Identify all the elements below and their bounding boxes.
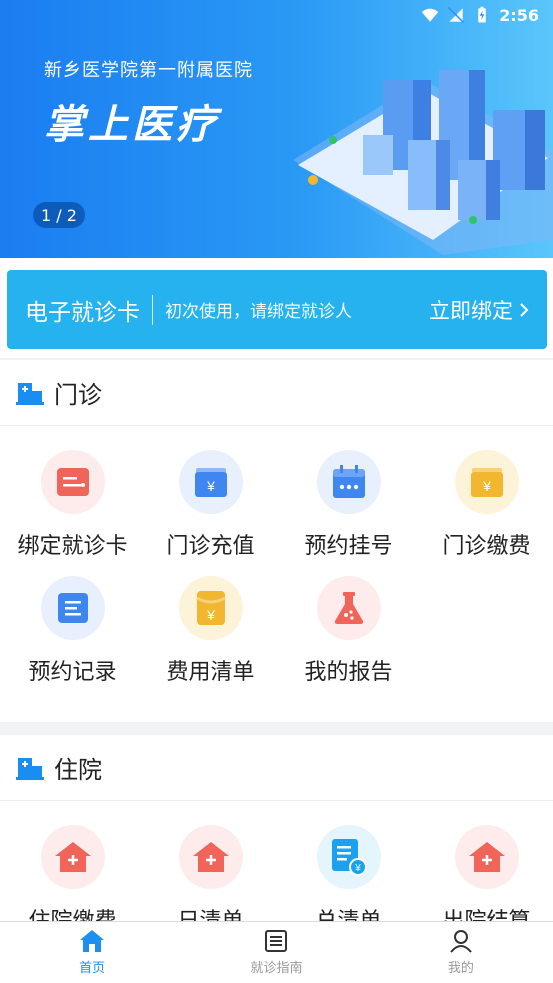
menu-inpatient-payment[interactable]: 住院缴费 bbox=[7, 825, 138, 921]
svg-text:¥: ¥ bbox=[482, 478, 491, 494]
inpatient-section: 住院 住院缴费 日清单 ¥ 总清单 出院结算 bbox=[0, 735, 553, 921]
menu-icon-bg bbox=[316, 450, 381, 514]
menu-icon-bg bbox=[40, 450, 105, 514]
menu-appointment-records[interactable]: 预约记录 bbox=[7, 576, 138, 702]
battery-charging-icon bbox=[478, 6, 486, 23]
hospital-house-icon bbox=[468, 842, 505, 872]
menu-label: 住院缴费 bbox=[28, 903, 116, 921]
tab-mine[interactable]: 我的 bbox=[369, 922, 553, 983]
hospital-house-icon bbox=[192, 842, 229, 872]
user-icon bbox=[450, 930, 472, 953]
outpatient-section: 门诊 绑定就诊卡 ¥ 门诊充值 预约挂号 ¥ 门诊缴费 预约记录 ¥ 费用清单 … bbox=[0, 360, 553, 722]
menu-daily-list[interactable]: 日清单 bbox=[145, 825, 276, 921]
bind-now-label: 立即绑定 bbox=[429, 298, 513, 323]
hospital-building-icon bbox=[16, 382, 44, 405]
inpatient-title: 住院 bbox=[54, 756, 102, 784]
wifi-icon bbox=[421, 8, 439, 22]
guide-book-icon bbox=[265, 930, 288, 952]
menu-label: 总清单 bbox=[315, 903, 381, 921]
menu-label: 费用清单 bbox=[166, 660, 255, 685]
svg-text:¥: ¥ bbox=[206, 607, 215, 623]
tab-mine-label: 我的 bbox=[447, 961, 474, 976]
menu-label: 门诊缴费 bbox=[442, 534, 531, 559]
menu-icon-bg bbox=[40, 825, 105, 889]
inpatient-grid: 住院缴费 日清单 ¥ 总清单 出院结算 bbox=[0, 801, 553, 921]
envelope-yuan-icon: ¥ bbox=[195, 591, 226, 625]
tab-guide[interactable]: 就诊指南 bbox=[184, 922, 368, 983]
wallet-yuan-icon: ¥ bbox=[470, 468, 503, 497]
no-signal-icon bbox=[448, 6, 465, 24]
menu-outpatient-recharge[interactable]: ¥ 门诊充值 bbox=[145, 450, 276, 576]
home-icon bbox=[80, 930, 105, 952]
menu-icon-bg: ¥ bbox=[178, 576, 243, 640]
bind-card-banner[interactable]: 电子就诊卡 初次使用，请绑定就诊人 立即绑定 bbox=[7, 270, 547, 349]
menu-outpatient-payment[interactable]: ¥ 门诊缴费 bbox=[421, 450, 552, 576]
outpatient-grid: 绑定就诊卡 ¥ 门诊充值 预约挂号 ¥ 门诊缴费 预约记录 ¥ 费用清单 我的报… bbox=[0, 426, 553, 702]
menu-bind-card[interactable]: 绑定就诊卡 bbox=[7, 450, 138, 576]
svg-text:¥: ¥ bbox=[206, 478, 215, 494]
tab-home[interactable]: 首页 bbox=[0, 922, 184, 983]
outpatient-header: 门诊 bbox=[0, 360, 553, 426]
menu-label: 我的报告 bbox=[304, 660, 393, 685]
menu-appointment[interactable]: 预约挂号 bbox=[283, 450, 414, 576]
menu-my-reports[interactable]: 我的报告 bbox=[283, 576, 414, 702]
menu-label: 出院结算 bbox=[442, 903, 530, 921]
hospital-house-icon bbox=[54, 842, 91, 872]
banner-hospital-name: 新乡医学院第一附属医院 bbox=[44, 60, 253, 81]
menu-discharge-settlement[interactable]: 出院结算 bbox=[421, 825, 552, 921]
bind-now-button[interactable]: 立即绑定 bbox=[429, 295, 529, 325]
menu-icon-bg bbox=[316, 576, 381, 640]
menu-icon-bg: ¥ bbox=[454, 450, 519, 514]
chevron-right-icon bbox=[520, 302, 529, 317]
menu-icon-bg: ¥ bbox=[316, 825, 381, 889]
menu-label: 绑定就诊卡 bbox=[17, 534, 128, 559]
status-bar: 2:56 bbox=[0, 0, 553, 30]
calendar-icon bbox=[332, 465, 365, 498]
tab-guide-label: 就诊指南 bbox=[250, 961, 303, 976]
banner-pager: 1 / 2 bbox=[33, 202, 85, 228]
bind-card-title: 电子就诊卡 bbox=[25, 299, 140, 326]
list-icon bbox=[57, 593, 88, 623]
menu-icon-bg bbox=[178, 825, 243, 889]
menu-label: 日清单 bbox=[177, 903, 243, 921]
clock: 2:56 bbox=[499, 5, 539, 25]
tab-home-label: 首页 bbox=[79, 961, 106, 976]
bind-card-divider bbox=[152, 294, 153, 325]
menu-label: 预约挂号 bbox=[304, 534, 393, 559]
card-icon bbox=[56, 468, 89, 496]
bill-list-icon: ¥ bbox=[331, 839, 367, 876]
banner-carousel[interactable]: 新乡医学院第一附属医院 掌上医疗 1 / 2 bbox=[0, 0, 553, 258]
bind-card-area: 电子就诊卡 初次使用，请绑定就诊人 立即绑定 bbox=[0, 258, 553, 358]
city-illustration-icon bbox=[293, 70, 553, 255]
menu-icon-bg bbox=[454, 825, 519, 889]
menu-label: 预约记录 bbox=[28, 660, 117, 685]
bottom-tabbar: 首页 就诊指南 我的 bbox=[0, 921, 553, 983]
menu-icon-bg: ¥ bbox=[178, 450, 243, 514]
menu-total-list[interactable]: ¥ 总清单 bbox=[283, 825, 414, 921]
inpatient-header: 住院 bbox=[0, 735, 553, 801]
menu-fee-list[interactable]: ¥ 费用清单 bbox=[145, 576, 276, 702]
menu-icon-bg bbox=[40, 576, 105, 640]
banner-slogan: 掌上医疗 bbox=[44, 102, 220, 148]
bind-card-hint: 初次使用，请绑定就诊人 bbox=[165, 302, 352, 322]
outpatient-title: 门诊 bbox=[54, 381, 102, 409]
wallet-icon: ¥ bbox=[194, 468, 227, 497]
menu-label: 门诊充值 bbox=[166, 534, 255, 559]
hospital-building-icon bbox=[16, 757, 44, 780]
flask-icon bbox=[334, 592, 363, 624]
svg-text:¥: ¥ bbox=[354, 863, 361, 874]
